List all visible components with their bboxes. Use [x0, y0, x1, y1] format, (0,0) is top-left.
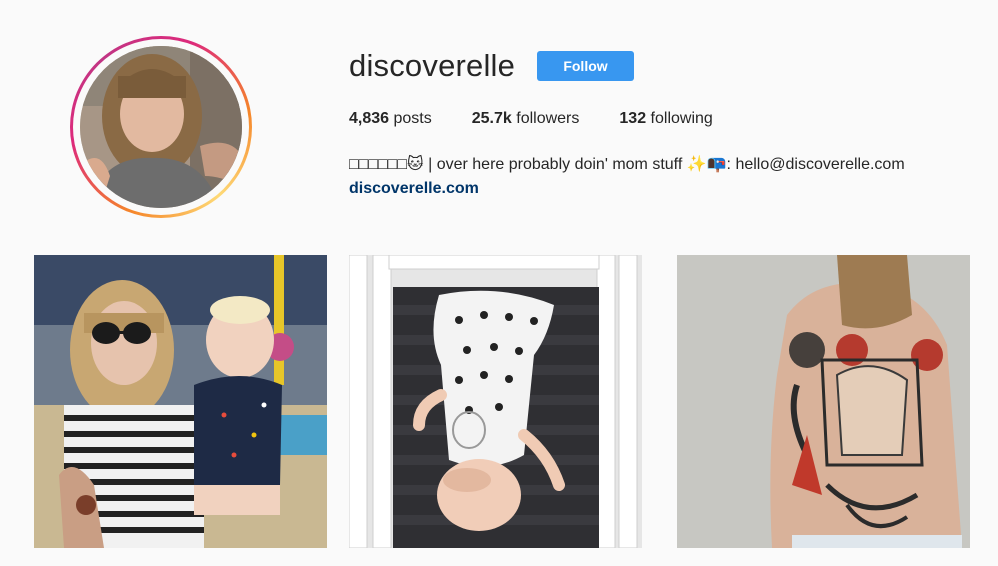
followers-count: 25.7k [471, 110, 512, 127]
followers-stat[interactable]: 25.7k followers [472, 110, 580, 128]
follow-button[interactable]: Follow [537, 51, 634, 81]
avatar-story-ring[interactable] [70, 36, 252, 218]
profile-bio: □□□□□□🐱 | over here probably doin' mom s… [349, 156, 905, 173]
posts-count: 4,836 [349, 110, 390, 127]
profile-photo [80, 46, 242, 208]
posts-stat: 4,836 posts [349, 110, 432, 128]
baby-sleeping-in-crib-photo [349, 255, 642, 548]
post-tile-back-tattoo[interactable] [677, 255, 970, 548]
following-label: following [650, 110, 713, 127]
profile-stats: 4,836 posts 25.7k followers 132 followin… [349, 110, 753, 128]
following-count: 132 [619, 110, 647, 127]
followers-label: followers [516, 110, 580, 127]
profile-website-link[interactable]: discoverelle.com [349, 180, 479, 198]
mother-holding-baby-photo [34, 255, 327, 548]
posts-label: posts [393, 110, 432, 127]
avatar[interactable] [80, 46, 242, 208]
following-stat[interactable]: 132 following [619, 110, 712, 128]
post-tile-mother-holding-baby[interactable] [34, 255, 327, 548]
post-tile-baby-in-crib[interactable] [349, 255, 642, 548]
back-tattoo-photo [677, 255, 970, 548]
profile-username: discoverelle [349, 48, 516, 83]
